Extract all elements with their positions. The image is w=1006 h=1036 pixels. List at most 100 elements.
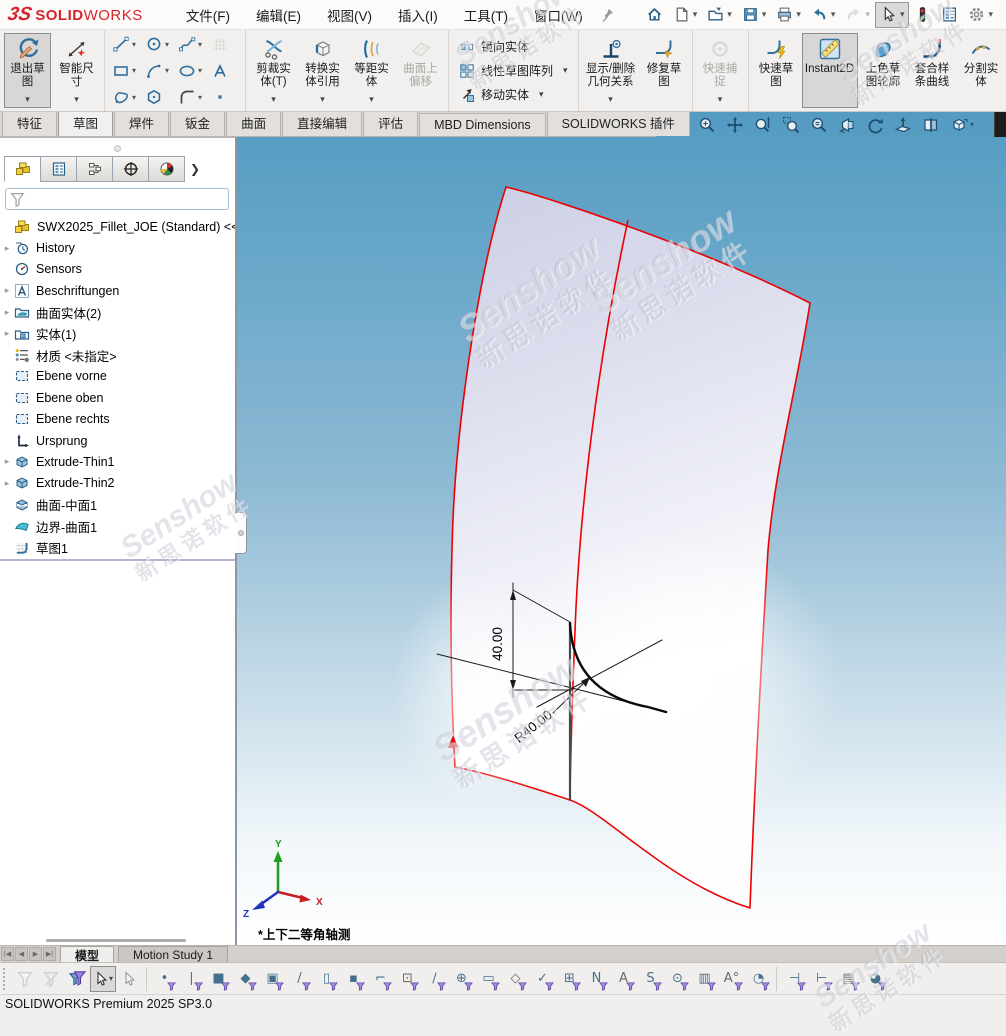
mirror-entities-button[interactable]: 镜向实体 xyxy=(454,35,573,59)
panel-tab-dimxpertmanager[interactable] xyxy=(112,156,149,182)
filter-relations-icon[interactable]: ✓ xyxy=(529,966,556,992)
linear-sketch-pattern-dropdown[interactable]: ▾ xyxy=(563,65,568,76)
move-entities-button[interactable]: 移动实体▾ xyxy=(454,83,573,107)
section-view-icon[interactable] xyxy=(922,116,940,134)
new-file-dropdown[interactable]: ▾ xyxy=(693,9,698,20)
redo-dropdown[interactable]: ▾ xyxy=(865,9,870,20)
options-gear-button[interactable]: ▾ xyxy=(963,2,998,28)
panel-tab-configurationmanager[interactable] xyxy=(76,156,113,182)
select-cursor-dropdown[interactable]: ▾ xyxy=(900,9,905,20)
fit-spline-button[interactable]: 套合样条曲线 xyxy=(909,33,956,108)
view-orientation-icon[interactable]: ▾ xyxy=(950,116,974,134)
tab-焊件[interactable]: 焊件 xyxy=(114,108,169,136)
undo-dropdown[interactable]: ▾ xyxy=(831,9,836,20)
menu-文[interactable]: 文件(F) xyxy=(173,0,243,30)
repair-sketch-button[interactable]: 修复草图 xyxy=(641,33,688,108)
tree-filter-input[interactable] xyxy=(5,188,229,210)
trim-entities-button[interactable]: 剪裁实体(T)▾ xyxy=(250,33,297,108)
filter-appearances-icon[interactable]: ◔ xyxy=(745,966,772,992)
panel-tab-displaymanager[interactable] xyxy=(148,156,185,182)
sketch-line-button[interactable]: ▾ xyxy=(109,33,142,55)
sketch-rectangle-button[interactable]: ▾ xyxy=(109,60,142,82)
tree-item[interactable]: ▸Beschriftungen xyxy=(0,280,237,301)
print-dropdown[interactable]: ▾ xyxy=(796,9,801,20)
go-first-button[interactable]: |◀ xyxy=(1,947,14,961)
smart-dimension-dropdown[interactable]: ▾ xyxy=(74,94,79,105)
expand-arrow-icon[interactable]: ▸ xyxy=(0,456,14,467)
save-button[interactable]: ▾ xyxy=(737,2,772,28)
home-button[interactable] xyxy=(641,2,668,28)
panel-tab-propertymanager[interactable] xyxy=(40,156,77,182)
tree-item[interactable]: ▸实体(1) xyxy=(0,323,237,344)
go-next-button[interactable]: ▶ xyxy=(29,947,42,961)
redo-button[interactable]: ▾ xyxy=(840,2,875,28)
tree-item[interactable]: Ebene vorne xyxy=(0,366,237,387)
tree-item[interactable]: Ebene oben xyxy=(0,387,237,408)
tree-item[interactable]: 材质 <未指定> xyxy=(0,344,237,365)
doc-tab-模型[interactable]: 模型 xyxy=(60,946,114,962)
standard-filters-button[interactable] xyxy=(64,966,90,992)
filter-toggle-button[interactable] xyxy=(12,966,38,992)
convert-entities-dropdown[interactable]: ▾ xyxy=(320,94,325,105)
filter-decals-icon[interactable]: ◕ xyxy=(862,966,889,992)
offset-on-surface-button[interactable]: 曲面上偏移 xyxy=(397,33,444,108)
save-dropdown[interactable]: ▾ xyxy=(762,9,767,20)
select-cursor-button[interactable]: ▾ xyxy=(875,2,910,28)
pin-menubar-icon[interactable] xyxy=(600,7,615,22)
tree-item[interactable]: Sensors xyxy=(0,259,237,280)
previous-view-icon[interactable] xyxy=(838,116,856,134)
normal-to-icon[interactable] xyxy=(894,116,912,134)
offset-entities-dropdown[interactable]: ▾ xyxy=(369,94,374,105)
tree-root-item[interactable]: SWX2025_Fillet_JOE (Standard) <<St xyxy=(0,216,237,237)
filter-hatching-icon[interactable]: ▥ xyxy=(691,966,718,992)
clear-all-filters-button[interactable] xyxy=(38,966,64,992)
instant2d-button[interactable]: Instant2D xyxy=(802,33,858,108)
filter-solid-bodies-icon[interactable]: ▣ xyxy=(259,966,286,992)
zoom-in-out-icon[interactable] xyxy=(754,116,772,134)
pan-icon[interactable] xyxy=(726,116,744,134)
go-previous-button[interactable]: ◀ xyxy=(15,947,28,961)
expand-arrow-icon[interactable]: ▸ xyxy=(0,243,14,254)
quick-snaps-button[interactable]: 快速捕捉▾ xyxy=(697,33,744,108)
offset-entities-button[interactable]: 等距实体▾ xyxy=(348,33,395,108)
menu-视[interactable]: 视图(V) xyxy=(314,0,385,30)
zoom-to-selection-icon[interactable] xyxy=(810,116,828,134)
filter-frames-icon[interactable]: ⊡ xyxy=(394,966,421,992)
panel-scrollbar[interactable] xyxy=(46,939,186,942)
filter-screen-icon[interactable]: ▤ xyxy=(835,966,862,992)
expand-arrow-icon[interactable]: ▸ xyxy=(0,478,14,489)
filter-surface-bodies-icon[interactable]: ◆ xyxy=(232,966,259,992)
filter-sketch-points-icon[interactable]: ▪ xyxy=(340,966,367,992)
tree-item[interactable]: ▸Extrude-Thin1 xyxy=(0,451,237,472)
panel-grip[interactable] xyxy=(114,145,121,152)
print-button[interactable]: ▾ xyxy=(771,2,806,28)
tree-item[interactable]: 草图1 xyxy=(0,537,237,558)
filter-faces-icon[interactable]: ■ xyxy=(205,966,232,992)
filter-origins-icon[interactable]: ⊕ xyxy=(448,966,475,992)
filter-construction-lines-icon[interactable]: ∕ xyxy=(421,966,448,992)
zoom-to-area-icon[interactable] xyxy=(782,116,800,134)
tab-钣金[interactable]: 钣金 xyxy=(170,108,225,136)
tab-MBD Dimensions[interactable]: MBD Dimensions xyxy=(419,113,546,136)
tree-item[interactable]: 曲面-中面1 xyxy=(0,494,237,515)
shaded-sketch-contours-button[interactable]: 上色草图轮廓 xyxy=(860,33,907,108)
display-delete-relations-dropdown[interactable]: ▾ xyxy=(608,94,613,105)
tab-曲面[interactable]: 曲面 xyxy=(226,108,281,136)
filter-angle-text-icon[interactable]: A° xyxy=(718,966,745,992)
move-entities-dropdown[interactable]: ▾ xyxy=(539,89,544,100)
sketch-mesh-button[interactable] xyxy=(208,33,241,55)
surface-body[interactable]: 40.00 R40.00 Y X Z xyxy=(243,187,842,920)
open-file-dropdown[interactable]: ▾ xyxy=(727,9,732,20)
new-file-button[interactable]: ▾ xyxy=(668,2,703,28)
sketch-spline-button[interactable]: ▾ xyxy=(175,33,208,55)
sketch-arc-button[interactable]: ▾ xyxy=(142,60,175,82)
tab-特征[interactable]: 特征 xyxy=(2,108,57,136)
split-entities-button[interactable]: 分割实体 xyxy=(958,33,1005,108)
display-delete-relations-button[interactable]: 显示/删除几何关系▾ xyxy=(583,33,639,108)
sketch-freeform-button[interactable]: ▾ xyxy=(109,86,142,108)
dim-value-linear[interactable]: 40.00 xyxy=(490,627,505,661)
tree-item[interactable]: Ebene rechts xyxy=(0,409,237,430)
filter-planes-icon[interactable]: ▯ xyxy=(313,966,340,992)
model-canvas[interactable]: 40.00 R40.00 Y X Z xyxy=(237,112,1006,945)
filter-tab-left-icon[interactable]: ⊣ xyxy=(781,966,808,992)
